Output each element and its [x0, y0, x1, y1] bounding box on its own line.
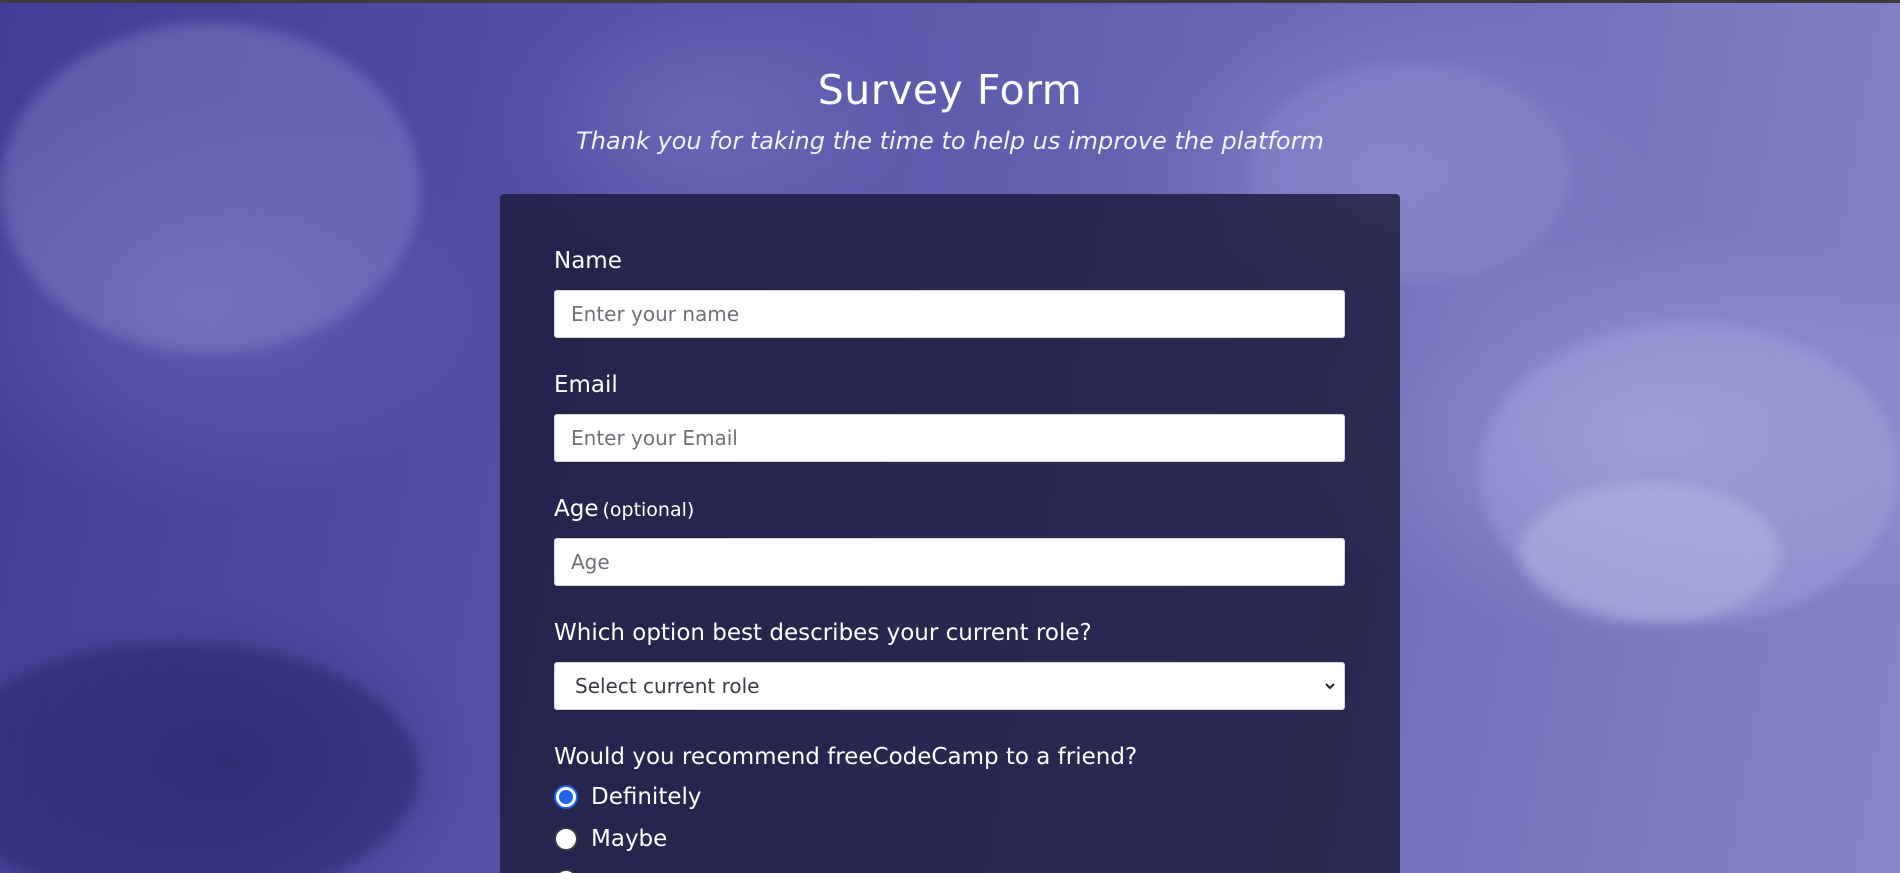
email-label-text: Email	[554, 372, 618, 398]
email-input[interactable]	[554, 414, 1345, 462]
radio-button-checked[interactable]	[554, 785, 578, 809]
name-input[interactable]	[554, 290, 1345, 338]
recommend-option-maybe[interactable]: Maybe	[554, 824, 667, 854]
age-label: Age (optional)	[554, 494, 694, 525]
page-title: Survey Form	[817, 66, 1083, 114]
page-description: Thank you for taking the time to help us…	[576, 127, 1324, 155]
age-input[interactable]	[554, 538, 1345, 586]
radio-button[interactable]	[554, 869, 578, 873]
recommend-label: Would you recommend freeCodeCamp to a fr…	[554, 742, 1137, 772]
role-label: Which option best describes your current…	[554, 618, 1092, 648]
background-figure	[1520, 483, 1780, 623]
name-label-text: Name	[554, 248, 622, 274]
email-label: Email	[554, 370, 618, 400]
survey-form: Name Email Age(optional) Which option be…	[500, 194, 1400, 873]
chevron-down-icon	[1325, 683, 1335, 690]
survey-header: Survey Form Thank you for taking the tim…	[0, 62, 1900, 156]
age-label-text: Age	[554, 496, 599, 522]
role-select-value: Select current role	[575, 674, 760, 698]
radio-label: Definitely	[591, 784, 702, 810]
recommend-option-partial[interactable]	[554, 866, 578, 873]
age-optional-note: (optional)	[602, 499, 695, 521]
name-label: Name	[554, 246, 622, 276]
recommend-label-text: Would you recommend freeCodeCamp to a fr…	[554, 744, 1138, 770]
background-figure	[0, 643, 420, 873]
recommend-option-definitely[interactable]: Definitely	[554, 782, 702, 812]
role-label-text: Which option best describes your current…	[554, 620, 1092, 646]
radio-button[interactable]	[554, 827, 578, 851]
role-select[interactable]: Select current role	[554, 662, 1345, 710]
radio-label: Maybe	[591, 826, 668, 852]
